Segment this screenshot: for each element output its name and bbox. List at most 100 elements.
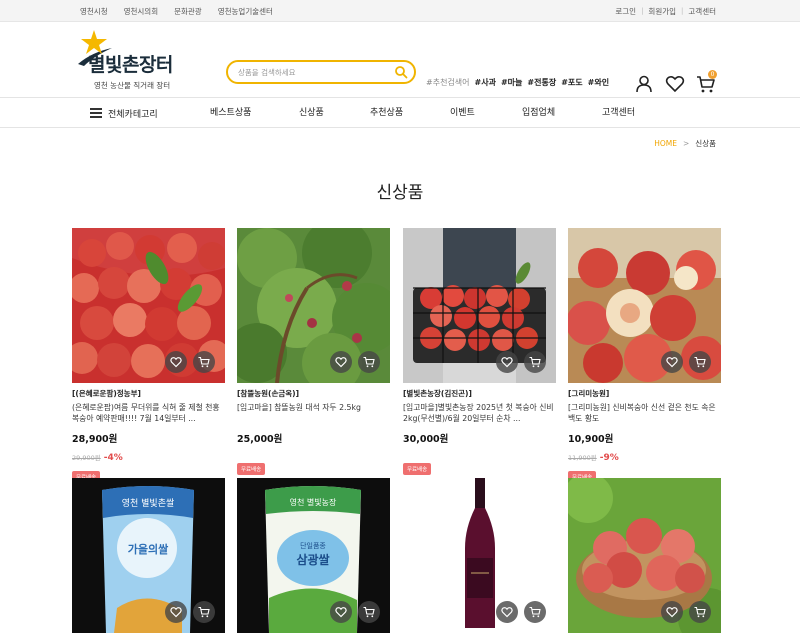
keyword-traditional-sauce[interactable]: #전통장 <box>527 77 556 88</box>
add-to-cart-button[interactable] <box>358 601 380 623</box>
nav-customer-center[interactable]: 고객센터 <box>602 98 635 128</box>
add-to-cart-button[interactable] <box>524 351 546 373</box>
product-original-price: 29,900원 <box>72 454 101 462</box>
add-to-wishlist-button[interactable] <box>496 601 518 623</box>
add-to-cart-button[interactable] <box>358 351 380 373</box>
add-to-cart-button[interactable] <box>193 351 215 373</box>
product-image-sliced-peaches[interactable] <box>568 228 721 383</box>
rice-bag-name-text: 삼광쌀 <box>296 552 329 567</box>
search-box <box>226 60 416 84</box>
product-card[interactable]: [참뜰농원(손금옥)] [임고마을] 참뜰농원 대석 자두 2.5kg 25,0… <box>237 228 390 475</box>
nav-recommended[interactable]: 추천상품 <box>370 98 403 128</box>
product-card[interactable] <box>568 478 721 633</box>
cart-icon <box>529 356 541 368</box>
product-name[interactable]: [임고마을] 참뜰농원 대석 자두 2.5kg <box>237 402 390 426</box>
search-icon[interactable] <box>394 65 408 79</box>
product-original-price: 11,900원 <box>568 454 597 462</box>
add-to-cart-button[interactable] <box>689 351 711 373</box>
link-agri-center[interactable]: 영천농업기술센터 <box>218 6 273 17</box>
product-price: 28,900원 <box>72 434 118 445</box>
heart-icon <box>170 607 182 618</box>
cart-icon <box>529 606 541 618</box>
add-to-wishlist-button[interactable] <box>661 601 683 623</box>
rice-bag-subtitle-text: 단일품종 <box>300 541 326 550</box>
cart-icon <box>694 606 706 618</box>
heart-icon <box>335 357 347 368</box>
site-logo[interactable]: 별빛촌장터 영천 농산물 직거래 장터 <box>74 28 184 90</box>
nav-best-products[interactable]: 베스트상품 <box>210 98 251 128</box>
user-icon[interactable] <box>634 74 654 94</box>
product-card[interactable]: [그리미농원] [그리미농원] 신비복숭아 신선 겉은 천도 속은 백도 황도 … <box>568 228 721 483</box>
heart-icon <box>501 607 513 618</box>
product-image-plum-tree[interactable] <box>237 228 390 383</box>
product-image-peaches-basket[interactable] <box>72 228 225 383</box>
keyword-apple[interactable]: #사과 <box>475 77 496 88</box>
main-nav: 전체카테고리 베스트상품 신상품 추천상품 이벤트 입점업체 고객센터 <box>0 98 800 128</box>
login-link[interactable]: 로그인 <box>615 6 636 17</box>
product-card[interactable]: [(은혜로운팜)정농부] (은혜로운팜)여름 무더위를 식혀 줄 제철 천홍복숭… <box>72 228 225 483</box>
logo-subtitle: 영천 농산물 직거래 장터 <box>94 81 171 90</box>
product-image-peach-bowl[interactable] <box>568 478 721 633</box>
product-name[interactable]: (은혜로운팜)여름 무더위를 식혀 줄 제철 천홍복숭아 예약판매!!!! 7월… <box>72 402 225 426</box>
product-discount: -9% <box>599 453 619 463</box>
product-card[interactable] <box>403 478 556 633</box>
keywords-title: #추천검색어 <box>426 78 470 87</box>
add-to-wishlist-button[interactable] <box>165 601 187 623</box>
all-categories-button[interactable]: 전체카테고리 <box>90 98 158 128</box>
keyword-garlic[interactable]: #마늘 <box>501 77 522 88</box>
divider: | <box>641 7 644 15</box>
add-to-cart-button[interactable] <box>524 601 546 623</box>
product-seller: [참뜰농원(손금옥)] <box>237 389 300 398</box>
product-card[interactable]: 영천 별빛농장 단일품종 삼광쌀 <box>237 478 390 633</box>
add-to-wishlist-button[interactable] <box>330 351 352 373</box>
cart-icon <box>363 356 375 368</box>
product-card[interactable]: [별빛촌농장(김진곤)] [임고마을]별빛촌농장 2025년 첫 복숭아 신비2… <box>403 228 556 475</box>
product-price: 30,000원 <box>403 434 449 445</box>
heart-icon <box>335 607 347 618</box>
cart-icon <box>363 606 375 618</box>
add-to-wishlist-button[interactable] <box>496 351 518 373</box>
divider: | <box>681 7 684 15</box>
product-seller: [별빛촌농장(김진곤)] <box>403 389 472 398</box>
product-name[interactable]: [그리미농원] 신비복숭아 신선 겉은 천도 속은 백도 황도 <box>568 402 721 426</box>
add-to-wishlist-button[interactable] <box>661 351 683 373</box>
nav-new-products[interactable]: 신상품 <box>299 98 324 128</box>
product-name[interactable]: [임고마을]별빛촌농장 2025년 첫 복숭아 신비2kg(무선별)/6월 20… <box>403 402 556 426</box>
keyword-grape[interactable]: #포도 <box>561 77 582 88</box>
breadcrumb-current: 신상품 <box>695 139 716 148</box>
top-utility-bar: 영천시청 영천시의회 문화관광 영천농업기술센터 로그인 | 회원가입 | 고객… <box>0 0 800 22</box>
all-categories-label: 전체카테고리 <box>108 109 158 120</box>
product-image-wine-bottle[interactable] <box>403 478 556 633</box>
nav-events[interactable]: 이벤트 <box>450 98 475 128</box>
add-to-cart-button[interactable] <box>193 601 215 623</box>
link-yeongcheon-city[interactable]: 영천시청 <box>80 6 108 17</box>
heart-icon <box>170 357 182 368</box>
breadcrumb-home[interactable]: HOME <box>654 139 677 148</box>
add-to-wishlist-button[interactable] <box>330 601 352 623</box>
nav-vendors[interactable]: 입점업체 <box>522 98 555 128</box>
wishlist-heart-icon[interactable] <box>665 74 685 94</box>
add-to-cart-button[interactable] <box>689 601 711 623</box>
signup-link[interactable]: 회원가입 <box>648 6 676 17</box>
product-image-peach-basket-held[interactable] <box>403 228 556 383</box>
recommended-keywords: #추천검색어 #사과 #마늘 #전통장 #포도 #와인 <box>426 77 609 88</box>
product-card[interactable]: 영천 별빛촌쌀 가을의쌀 <box>72 478 225 633</box>
product-image-rice-bag-blue[interactable]: 영천 별빛촌쌀 가을의쌀 <box>72 478 225 633</box>
link-city-council[interactable]: 영천시의회 <box>124 6 159 17</box>
keyword-wine[interactable]: #와인 <box>588 77 609 88</box>
logo-title: 별빛촌장터 <box>88 54 173 76</box>
rice-bag-brand-text: 영천 별빛촌쌀 <box>122 498 175 509</box>
product-image-rice-bag-green[interactable]: 영천 별빛농장 단일품종 삼광쌀 <box>237 478 390 633</box>
add-to-wishlist-button[interactable] <box>165 351 187 373</box>
cart-button[interactable]: 0 <box>696 70 717 94</box>
cart-icon <box>198 606 210 618</box>
customer-center-link[interactable]: 고객센터 <box>688 6 716 17</box>
search-input[interactable] <box>238 65 388 79</box>
rice-bag-brand-text: 영천 별빛농장 <box>290 497 337 507</box>
link-culture-tourism[interactable]: 문화관광 <box>174 6 202 17</box>
free-shipping-badge: 무료배송 <box>237 463 266 475</box>
product-price: 10,900원 <box>568 434 614 445</box>
site-links: 영천시청 영천시의회 문화관광 영천농업기술센터 <box>80 0 273 22</box>
breadcrumb-separator: > <box>683 139 690 148</box>
